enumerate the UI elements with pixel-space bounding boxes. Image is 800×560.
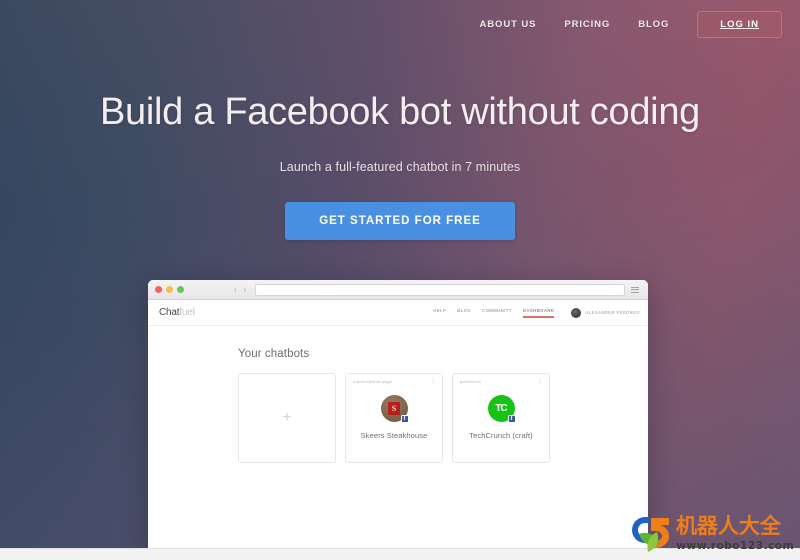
login-button[interactable]: LOG IN bbox=[697, 10, 782, 38]
nav-about-us[interactable]: ABOUT US bbox=[480, 19, 537, 30]
logo-part-fuel: fuel bbox=[179, 307, 195, 318]
chatbot-avatar: S f bbox=[380, 395, 409, 423]
card-menu-icon[interactable]: ⋮ bbox=[537, 379, 544, 386]
minimize-icon[interactable] bbox=[166, 286, 173, 293]
chatbot-name: TechCrunch (craft) bbox=[469, 431, 533, 440]
menu-icon[interactable] bbox=[631, 286, 639, 293]
browser-nav-arrows: ‹ › bbox=[234, 285, 247, 294]
card-status-badge: published bbox=[460, 380, 482, 384]
forward-arrow-icon[interactable]: › bbox=[244, 285, 247, 294]
get-started-button[interactable]: GET STARTED FOR FREE bbox=[285, 201, 515, 240]
avatar-initial: TC bbox=[495, 402, 507, 414]
app-header: Chatfuel HELP BLOG COMMUNITY DASHBOARD A… bbox=[148, 300, 648, 326]
maximize-icon[interactable] bbox=[177, 286, 184, 293]
chatbot-card[interactable]: connected to page ⋮ S f Skeers Steakhous… bbox=[345, 373, 443, 463]
app-nav-blog[interactable]: BLOG bbox=[457, 308, 471, 318]
card-status-badge: connected to page bbox=[353, 380, 393, 384]
avatar-initial: S bbox=[388, 402, 400, 415]
dashboard-body: Your chatbots + connected to page ⋮ S f … bbox=[148, 326, 648, 548]
app-nav-help[interactable]: HELP bbox=[433, 308, 446, 318]
page-bottom-strip bbox=[0, 548, 800, 560]
user-name-label: ALEXANDER FEDOROV bbox=[585, 310, 640, 315]
chatbot-card[interactable]: published ⋮ TC f TechCrunch (craft) bbox=[452, 373, 550, 463]
app-navigation: HELP BLOG COMMUNITY DASHBOARD ALEXANDER … bbox=[433, 307, 640, 318]
cta-container: GET STARTED FOR FREE bbox=[0, 201, 800, 240]
app-nav-dashboard[interactable]: DASHBOARD bbox=[522, 308, 555, 318]
avatar bbox=[571, 307, 582, 318]
chatbot-card-list: + connected to page ⋮ S f Skeers Steakho… bbox=[238, 373, 648, 463]
top-navigation: ABOUT US PRICING BLOG LOG IN bbox=[0, 0, 800, 48]
user-menu[interactable]: ALEXANDER FEDOROV bbox=[571, 307, 640, 318]
hero-subtitle: Launch a full-featured chatbot in 7 minu… bbox=[279, 159, 521, 174]
section-title: Your chatbots bbox=[238, 348, 310, 360]
card-menu-icon[interactable]: ⋮ bbox=[430, 379, 437, 386]
browser-chrome: ‹ › bbox=[148, 280, 648, 300]
chatbot-name: Skeers Steakhouse bbox=[360, 431, 428, 440]
nav-pricing[interactable]: PRICING bbox=[564, 19, 610, 30]
url-input[interactable] bbox=[255, 283, 625, 296]
back-arrow-icon[interactable]: ‹ bbox=[234, 285, 237, 294]
chatbot-avatar: TC f bbox=[487, 395, 516, 423]
page-root: ABOUT US PRICING BLOG LOG IN Build a Fac… bbox=[0, 0, 800, 560]
window-controls bbox=[155, 286, 184, 293]
facebook-badge-icon: f bbox=[507, 415, 516, 423]
browser-mockup: ‹ › Chatfuel HELP BLOG COMMUNITY DASHBOA… bbox=[148, 280, 648, 548]
nav-blog[interactable]: BLOG bbox=[638, 19, 669, 30]
close-icon[interactable] bbox=[155, 286, 162, 293]
app-nav-community[interactable]: COMMUNITY bbox=[482, 308, 512, 318]
chatfuel-logo[interactable]: Chatfuel bbox=[159, 307, 195, 318]
add-chatbot-card[interactable]: + bbox=[238, 373, 336, 463]
facebook-badge-icon: f bbox=[400, 415, 409, 423]
logo-part-chat: Chat bbox=[159, 307, 180, 318]
plus-icon: + bbox=[282, 409, 292, 426]
page-title: Build a Facebook bot without coding bbox=[99, 91, 700, 133]
